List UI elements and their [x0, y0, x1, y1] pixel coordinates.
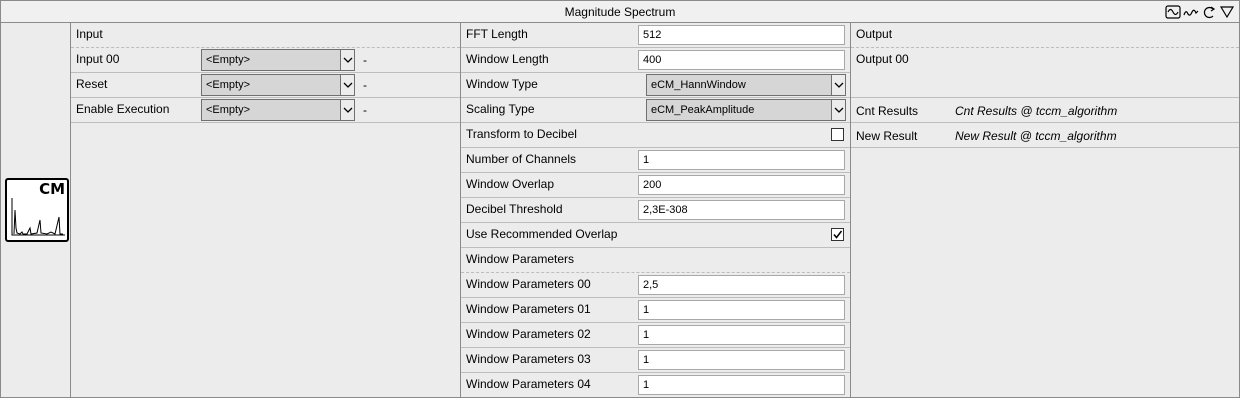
param-row: Scaling Type eCM_PeakAmplitude: [461, 98, 850, 123]
enable-execution-dash: -: [363, 103, 367, 117]
output-header: Output: [856, 27, 893, 41]
checkmark-icon: [833, 230, 843, 239]
window-length-label: Window Length: [466, 52, 549, 66]
window-parameters-00-label: Window Parameters 00: [466, 277, 591, 291]
new-result-label: New Result: [856, 129, 918, 143]
use-recommended-overlap-label: Use Recommended Overlap: [466, 227, 618, 241]
result-row: Cnt Results Cnt Results @ tccm_algorithm: [851, 98, 1239, 123]
window-parameters-04-label: Window Parameters 04: [466, 377, 591, 391]
param-row: Window Parameters 00 2,5: [461, 273, 850, 298]
transform-decibel-checkbox[interactable]: [831, 128, 844, 141]
window-length-field[interactable]: 400: [638, 50, 845, 70]
block-frame: Magnitude Spectrum CM Input Input 00 <Em…: [0, 0, 1240, 398]
param-row: Window Parameters 01 1: [461, 298, 850, 323]
param-row: Window Parameters 02 1: [461, 323, 850, 348]
input-00-select[interactable]: <Empty>: [201, 49, 355, 71]
title-icons: [1165, 4, 1235, 20]
enable-execution-value: <Empty>: [206, 104, 251, 116]
param-row: Transform to Decibel: [461, 123, 850, 148]
window-parameters-02-label: Window Parameters 02: [466, 327, 591, 341]
enable-execution-select[interactable]: <Empty>: [201, 99, 355, 121]
title-bar: Magnitude Spectrum: [1, 1, 1239, 23]
param-row: Window Overlap 200: [461, 173, 850, 198]
number-of-channels-label: Number of Channels: [466, 152, 577, 166]
window-parameters-01-label: Window Parameters 01: [466, 302, 591, 316]
scaling-type-select[interactable]: eCM_PeakAmplitude: [646, 99, 846, 121]
reset-value: <Empty>: [206, 79, 251, 91]
cnt-results-value[interactable]: Cnt Results @ tccm_algorithm: [955, 104, 1117, 118]
window-parameters-00-field[interactable]: 2,5: [638, 275, 845, 295]
window-parameters-02-field[interactable]: 1: [638, 325, 845, 345]
input-row: Reset <Empty> -: [71, 73, 460, 98]
input-row: Input 00 <Empty> -: [71, 48, 460, 73]
param-row: Number of Channels 1: [461, 148, 850, 173]
window-parameters-03-label: Window Parameters 03: [466, 352, 591, 366]
input-00-value: <Empty>: [206, 54, 251, 66]
window-parameters-header: Window Parameters: [466, 252, 575, 266]
input-00-label: Input 00: [76, 52, 120, 66]
param-row: Window Parameters 03 1: [461, 348, 850, 373]
decibel-threshold-label: Decibel Threshold: [466, 202, 563, 216]
window-parameters-03-field[interactable]: 1: [638, 350, 845, 370]
rotate-icon[interactable]: [1201, 4, 1217, 20]
reset-label: Reset: [76, 77, 108, 91]
param-row: Decibel Threshold 2,3E-308: [461, 198, 850, 223]
output-00-row: Output 00: [851, 48, 1239, 98]
magnitude-spectrum-icon: CM: [5, 178, 69, 242]
window-parameters-01-field[interactable]: 1: [638, 300, 845, 320]
output-00-label: Output 00: [856, 52, 909, 66]
chevron-down-icon[interactable]: [340, 75, 354, 95]
enable-execution-label: Enable Execution: [76, 102, 170, 116]
fft-length-label: FFT Length: [466, 27, 528, 41]
param-row: Window Parameters: [461, 248, 850, 273]
chevron-down-icon[interactable]: [340, 50, 354, 70]
cnt-results-label: Cnt Results: [856, 104, 919, 118]
chevron-down-icon[interactable]: [831, 75, 845, 95]
output-header-row: Output: [851, 23, 1239, 48]
window-type-label: Window Type: [466, 77, 538, 91]
param-row: Window Parameters 04 1: [461, 373, 850, 398]
window-type-value: eCM_HannWindow: [651, 79, 746, 91]
input-row: Enable Execution <Empty> -: [71, 98, 460, 123]
reset-select[interactable]: <Empty>: [201, 74, 355, 96]
window-overlap-label: Window Overlap: [466, 177, 555, 191]
block-icon-column: CM: [1, 23, 71, 397]
input-header-row: Input: [71, 23, 460, 48]
parameters-column: FFT Length 512 Window Length 400 Window …: [461, 23, 851, 397]
input-header: Input: [76, 27, 103, 41]
fft-length-field[interactable]: 512: [638, 25, 845, 45]
number-of-channels-field[interactable]: 1: [638, 150, 845, 170]
param-row: Use Recommended Overlap: [461, 223, 850, 248]
chevron-down-icon[interactable]: [340, 100, 354, 120]
chevron-down-icon[interactable]: [831, 100, 845, 120]
transform-decibel-label: Transform to Decibel: [466, 127, 577, 141]
scaling-type-value: eCM_PeakAmplitude: [651, 104, 755, 116]
decibel-threshold-field[interactable]: 2,3E-308: [638, 200, 845, 220]
param-row: Window Type eCM_HannWindow: [461, 73, 850, 98]
triangle-down-icon[interactable]: [1219, 4, 1235, 20]
reset-dash: -: [363, 78, 367, 92]
scaling-type-label: Scaling Type: [466, 102, 535, 116]
param-row: Window Length 400: [461, 48, 850, 73]
use-recommended-overlap-checkbox[interactable]: [831, 228, 844, 241]
new-result-value[interactable]: New Result @ tccm_algorithm: [955, 129, 1117, 143]
input-column: Input Input 00 <Empty> - Reset <Empty> -…: [71, 23, 461, 397]
output-column: Output Output 00 Cnt Results Cnt Results…: [851, 23, 1239, 397]
block-title: Magnitude Spectrum: [564, 5, 676, 19]
input-00-dash: -: [363, 53, 367, 67]
spectrum-icon[interactable]: [1183, 4, 1199, 20]
window-parameters-04-field[interactable]: 1: [638, 375, 845, 395]
window-overlap-field[interactable]: 200: [638, 175, 845, 195]
param-row: FFT Length 512: [461, 23, 850, 48]
signal-wave-icon[interactable]: [1165, 4, 1181, 20]
window-type-select[interactable]: eCM_HannWindow: [646, 74, 846, 96]
result-row: New Result New Result @ tccm_algorithm: [851, 123, 1239, 148]
